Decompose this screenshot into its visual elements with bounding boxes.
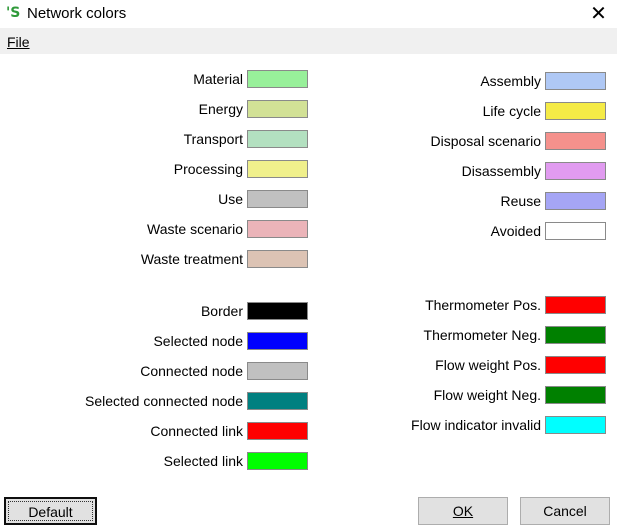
color-swatch-border[interactable] — [247, 302, 308, 320]
label-disposal-scenario: Disposal scenario — [430, 133, 542, 149]
color-swatch-use[interactable] — [247, 190, 308, 208]
close-icon[interactable]: ✕ — [580, 0, 617, 28]
label-energy: Energy — [198, 101, 243, 117]
ok-button[interactable]: OK — [418, 497, 508, 525]
label-disassembly: Disassembly — [461, 163, 541, 179]
menu-file-label: File — [7, 34, 30, 50]
color-swatch-waste-treatment[interactable] — [247, 250, 308, 268]
color-swatch-energy[interactable] — [247, 100, 308, 118]
label-border: Border — [200, 303, 243, 319]
color-swatch-connected-node[interactable] — [247, 362, 308, 380]
label-waste-treatment: Waste treatment — [140, 251, 243, 267]
color-swatch-thermometer-neg[interactable] — [545, 326, 606, 344]
color-swatch-selected-node[interactable] — [247, 332, 308, 350]
window-title: Network colors — [27, 5, 127, 22]
label-connected-node: Connected node — [140, 363, 243, 379]
color-swatch-selected-connected-node[interactable] — [247, 392, 308, 410]
cancel-button-label: Cancel — [543, 503, 587, 519]
color-swatch-flow-weight-pos[interactable] — [545, 356, 606, 374]
label-flow-weight-pos: Flow weight Pos. — [435, 357, 541, 373]
ok-button-label: OK — [452, 503, 474, 519]
color-swatch-reuse[interactable] — [545, 192, 606, 210]
label-selected-link: Selected link — [163, 453, 243, 469]
color-swatch-assembly[interactable] — [545, 72, 606, 90]
label-reuse: Reuse — [500, 193, 541, 209]
label-life-cycle: Life cycle — [482, 103, 541, 119]
default-button[interactable]: Default — [4, 497, 97, 525]
label-use: Use — [218, 191, 243, 207]
cancel-button[interactable]: Cancel — [520, 497, 610, 525]
color-swatch-selected-link[interactable] — [247, 452, 308, 470]
label-processing: Processing — [173, 161, 243, 177]
color-swatch-avoided[interactable] — [545, 222, 606, 240]
label-waste-scenario: Waste scenario — [147, 221, 243, 237]
color-swatch-life-cycle[interactable] — [545, 102, 606, 120]
label-thermometer-pos: Thermometer Pos. — [425, 297, 541, 313]
color-swatch-thermometer-pos[interactable] — [545, 296, 606, 314]
label-selected-node: Selected node — [153, 333, 243, 349]
label-material: Material — [193, 71, 243, 87]
label-selected-connected-node: Selected connected node — [84, 393, 243, 409]
color-swatch-disposal-scenario[interactable] — [545, 132, 606, 150]
title-bar: 'S Network colors ✕ — [0, 0, 617, 28]
color-swatch-material[interactable] — [247, 70, 308, 88]
color-swatch-flow-indicator-invalid[interactable] — [545, 416, 606, 434]
label-flow-weight-neg: Flow weight Neg. — [433, 387, 541, 403]
label-assembly: Assembly — [480, 73, 541, 89]
label-connected-link: Connected link — [150, 423, 243, 439]
label-flow-indicator-invalid: Flow indicator invalid — [411, 417, 541, 433]
color-swatch-transport[interactable] — [247, 130, 308, 148]
menu-file[interactable]: File — [7, 34, 30, 50]
menu-bar: File — [0, 28, 617, 54]
label-thermometer-neg: Thermometer Neg. — [423, 327, 541, 343]
label-transport: Transport — [183, 131, 243, 147]
app-icon: 'S — [6, 5, 21, 21]
color-swatch-processing[interactable] — [247, 160, 308, 178]
default-button-focus: Default — [8, 501, 93, 521]
color-swatch-disassembly[interactable] — [545, 162, 606, 180]
color-swatch-flow-weight-neg[interactable] — [545, 386, 606, 404]
label-avoided: Avoided — [490, 223, 541, 239]
color-swatch-connected-link[interactable] — [247, 422, 308, 440]
color-swatch-waste-scenario[interactable] — [247, 220, 308, 238]
default-button-label: Default — [28, 504, 73, 520]
